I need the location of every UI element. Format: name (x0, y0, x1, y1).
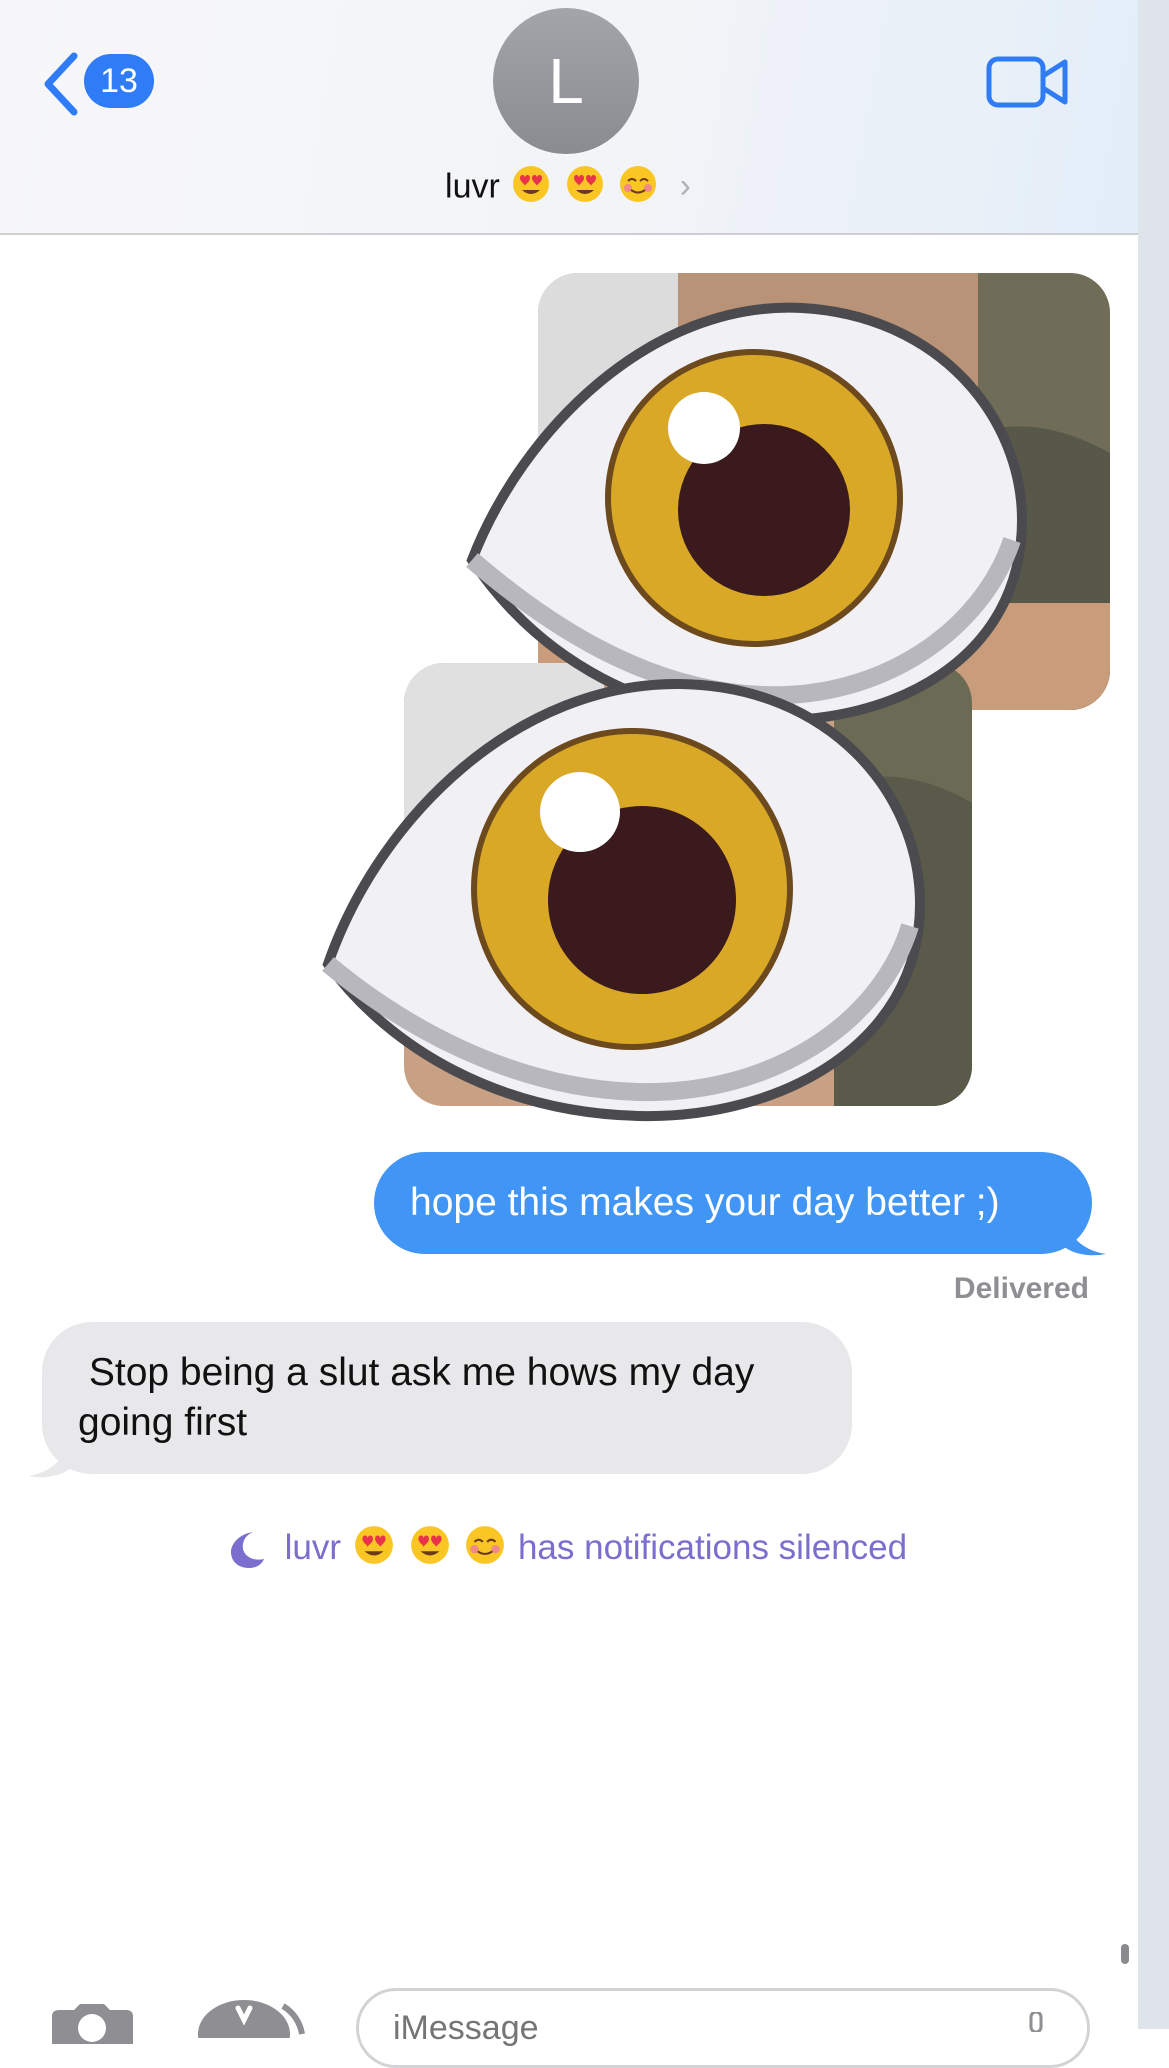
incoming-bubble-tail (28, 1434, 74, 1478)
contact-avatar[interactable]: L (493, 8, 639, 154)
eye-emoji (322, 678, 926, 1122)
message-input[interactable] (356, 1988, 1090, 2068)
contact-name-button[interactable]: luvr › (0, 164, 1136, 213)
silenced-notice-text: has notifications silenced (517, 1527, 908, 1567)
smiling-emoji (618, 164, 658, 213)
silenced-contact-name: luvr (284, 1527, 342, 1567)
chevron-right-icon: › (679, 167, 691, 206)
video-camera-icon[interactable] (986, 52, 1070, 112)
heart-eyes-emoji (353, 1524, 395, 1575)
app-store-icon[interactable] (198, 1998, 308, 2038)
moon-icon (230, 1531, 264, 1568)
back-button[interactable]: 13 (40, 48, 160, 118)
scroll-indicator[interactable] (1121, 1944, 1129, 1964)
heart-eyes-emoji (511, 164, 551, 213)
camera-icon[interactable] (46, 2004, 138, 2044)
contact-name-label: luvr (445, 167, 500, 206)
delivery-status: Delivered (953, 1272, 1089, 1305)
smiling-emoji (464, 1524, 506, 1575)
microphone-icon[interactable] (1026, 2012, 1046, 2032)
chevron-left-icon (44, 52, 78, 116)
right-edge-strip (1138, 0, 1169, 2029)
notifications-silenced-notice: luvr has notifications silenced (0, 1524, 1136, 1575)
heart-eyes-emoji (409, 1524, 451, 1575)
heart-eyes-emoji (565, 164, 605, 213)
outgoing-message-bubble[interactable]: hope this makes your day better ;) (374, 1152, 1092, 1254)
incoming-message-bubble[interactable]: Stop being a slut ask me hows my day goi… (42, 1322, 852, 1474)
conversation-header: 13 L luvr › (0, 0, 1138, 235)
unread-count-badge: 13 (84, 54, 154, 108)
outgoing-bubble-tail (1060, 1212, 1106, 1256)
